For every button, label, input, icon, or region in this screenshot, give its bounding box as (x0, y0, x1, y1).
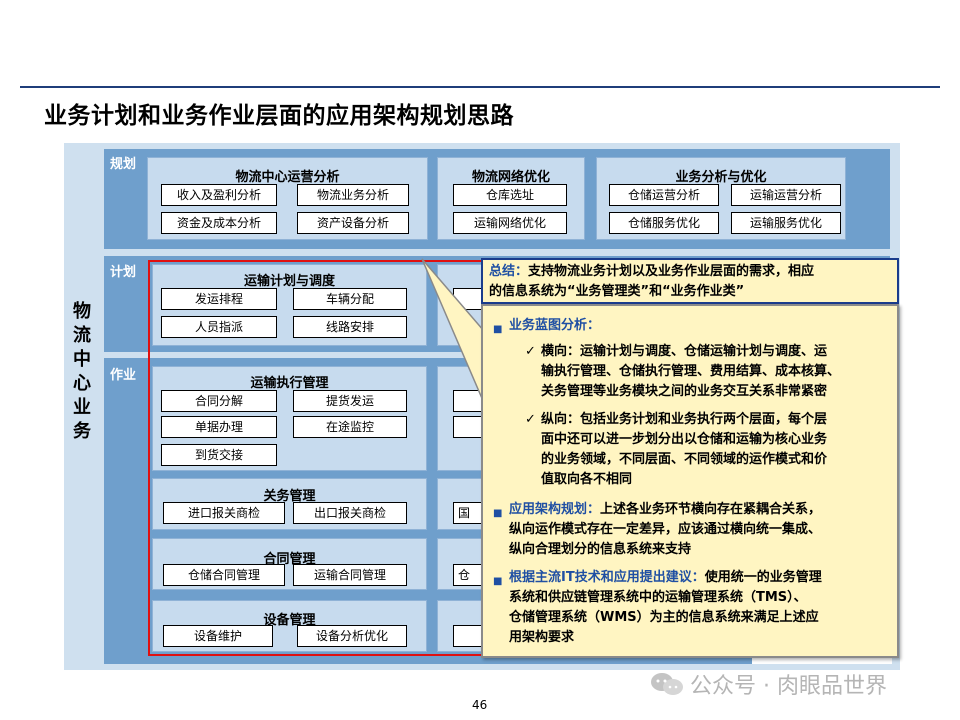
wechat-icon (650, 672, 684, 696)
chip-asset-equipment-analysis: 资产设备分析 (297, 212, 409, 234)
plan-band-label: 计划 (110, 265, 137, 280)
page-title: 业务计划和业务作业层面的应用架构规划思路 (44, 103, 514, 129)
summary-box: 总结：支持物流业务计划以及业务作业层面的需求，相应 的信息系统为“业务管理类”和… (481, 258, 899, 304)
callout-line: 纵向：包括业务计划和业务执行两个层面，每个层 (541, 412, 828, 427)
watermark: 公众号 · 肉眼品世界 (650, 668, 887, 700)
check-icon: ✓ (525, 344, 536, 359)
callout-b1-vertical: 纵向：包括业务计划和业务执行两个层面，每个层 面中还可以进一步划分出以仓储和运输… (541, 410, 827, 490)
summary-line-1: 总结：支持物流业务计划以及业务作业层面的需求，相应 (489, 262, 891, 282)
bullet-square-icon: ■ (493, 324, 503, 335)
callout-b2: 应用架构规划：上述各业务环节横向存在紧耦合关系， 纵向运作模式存在一定差异，应该… (509, 500, 821, 560)
callout-b3-title: 根据主流IT技术和应用提出建议： (509, 570, 705, 585)
title-rule (20, 86, 940, 88)
chip-revenue-profit-analysis: 收入及盈利分析 (161, 184, 277, 206)
callout-line: 的业务领域，不同层面、不同领域的运作模式和价 (541, 452, 828, 467)
chip-transport-network-optimization: 运输网络优化 (453, 212, 567, 234)
chip-transport-operation-analysis: 运输运营分析 (731, 184, 841, 206)
chip-transport-service-optimization: 运输服务优化 (731, 212, 841, 234)
callout-line: 值取向各不相同 (541, 472, 633, 487)
chip-capital-cost-analysis: 资金及成本分析 (161, 212, 277, 234)
summary-label: 总结： (489, 264, 529, 279)
side-label-char: 心 (73, 373, 91, 394)
planning-band-label: 规划 (110, 157, 137, 172)
summary-line-2: 的信息系统为“业务管理类”和“业务作业类” (489, 284, 745, 299)
chip-warehouse-service-optimization: 仓储服务优化 (609, 212, 719, 234)
callout-line: 横向：运输计划与调度、仓储运输计划与调度、运 (541, 344, 828, 359)
bullet-square-icon: ■ (493, 576, 503, 587)
watermark-text: 公众号 · 肉眼品世界 (690, 674, 887, 699)
panel-title: 物流网络优化 (471, 170, 550, 185)
side-label-char: 务 (73, 421, 91, 442)
panel-title: 业务分析与优化 (675, 170, 767, 185)
callout-b3: 根据主流IT技术和应用提出建议：使用统一的业务管理 系统和供应链管理系统中的运输… (509, 568, 822, 648)
bullet-square-icon: ■ (493, 508, 503, 519)
callout-line: 纵向合理划分的信息系统来支持 (509, 542, 692, 557)
chip-logistics-business-analysis: 物流业务分析 (297, 184, 409, 206)
chip-warehouse-site-selection: 仓库选址 (453, 184, 567, 206)
callout-line: 系统和供应链管理系统中的运输管理系统（TMS）、 (509, 590, 807, 605)
callout-b2-title: 应用架构规划： (509, 502, 601, 517)
callout-line: 根据主流IT技术和应用提出建议：使用统一的业务管理 (509, 568, 822, 588)
side-label-char: 中 (73, 349, 91, 370)
callout-b1-horizontal: 横向：运输计划与调度、仓储运输计划与调度、运 输执行管理、仓储执行管理、费用结算… (541, 342, 840, 402)
callout-b1-title: 业务蓝图分析： (509, 318, 601, 333)
summary-text: 支持物流业务计划以及业务作业层面的需求，相应 (528, 264, 815, 279)
callout-line: 用架构要求 (509, 630, 575, 645)
operation-band-label: 作业 (110, 368, 137, 383)
side-label-char: 业 (73, 397, 91, 418)
callout-box: ■ 业务蓝图分析： ✓ 横向：运输计划与调度、仓储运输计划与调度、运 输执行管理… (481, 304, 899, 658)
callout-line: 面中还可以进一步划分出以仓储和运输为核心业务 (541, 432, 828, 447)
callout-line: 关务管理等业务模块之间的业务交互关系非常紧密 (541, 384, 828, 399)
side-label-char: 流 (73, 325, 91, 346)
callout-line: 应用架构规划：上述各业务环节横向存在紧耦合关系， (509, 500, 821, 520)
callout-text: 上述各业务环节横向存在紧耦合关系， (600, 502, 822, 517)
callout-line: 仓储管理系统（WMS）为主的信息系统来满足上述应 (509, 610, 819, 625)
chip-warehouse-operation-analysis: 仓储运营分析 (609, 184, 719, 206)
check-icon: ✓ (525, 412, 536, 427)
page-number: 46 (472, 698, 488, 712)
side-label-char: 物 (73, 301, 91, 322)
panel-title: 物流中心运营分析 (235, 170, 340, 185)
callout-line: 输执行管理、仓储执行管理、费用结算、成本核算、 (541, 364, 841, 379)
side-label: 物 流 中 心 业 务 (66, 300, 98, 444)
callout-line: 纵向运作模式存在一定差异，应该通过横向统一集成、 (509, 522, 822, 537)
callout-text: 使用统一的业务管理 (704, 570, 822, 585)
